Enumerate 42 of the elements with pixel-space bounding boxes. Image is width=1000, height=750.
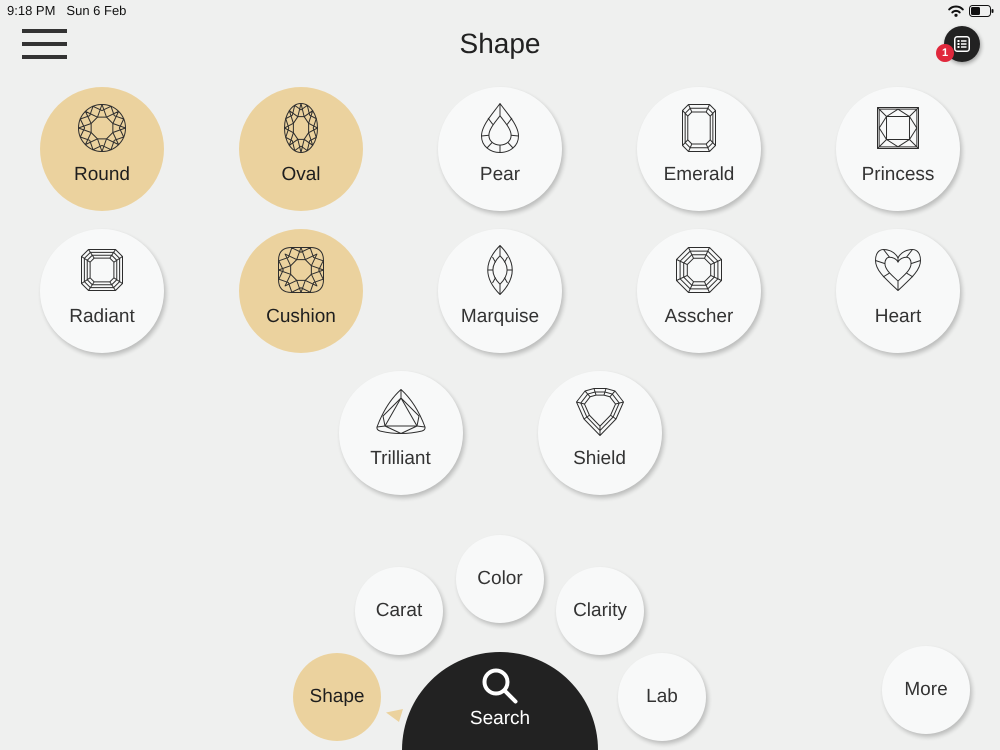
more-button[interactable]: More	[882, 646, 970, 734]
gem-cut-option[interactable]: Pear	[438, 87, 562, 211]
status-date: Sun 6 Feb	[66, 2, 126, 20]
list-icon	[954, 36, 970, 52]
gem-cut-option[interactable]: Marquise	[438, 229, 562, 353]
wifi-icon	[948, 5, 964, 17]
marquise-gem-icon	[487, 245, 513, 295]
oval-gem-icon	[284, 103, 318, 153]
filter-option[interactable]: Color	[456, 535, 544, 623]
cushion-gem-icon	[278, 247, 324, 293]
page-title: Shape	[460, 27, 540, 61]
gem-cut-option[interactable]: Round	[40, 87, 164, 211]
radiant-gem-icon	[81, 249, 123, 291]
notification-count: 1	[936, 44, 954, 62]
filter-option[interactable]: Carat	[355, 567, 443, 655]
gem-cut-option[interactable]: Trilliant	[338, 371, 462, 495]
status-time: 9:18 PM	[7, 2, 56, 20]
filter-option[interactable]: Clarity	[556, 567, 644, 655]
list-button[interactable]	[944, 26, 980, 62]
gem-cut-option[interactable]: Shield	[538, 371, 662, 495]
pear-gem-icon	[481, 103, 519, 153]
gem-cut-option[interactable]: Heart	[836, 229, 960, 353]
trilliant-gem-icon	[376, 389, 426, 435]
filter-option[interactable]: Lab	[618, 653, 706, 741]
battery-icon	[969, 5, 994, 17]
shield-gem-icon	[576, 388, 624, 436]
menu-icon[interactable]	[22, 29, 67, 59]
gem-cut-option[interactable]: Cushion	[239, 229, 363, 353]
round-gem-icon	[78, 104, 126, 152]
emerald-cut-gem-icon	[682, 104, 716, 152]
filter-option[interactable]: Shape	[293, 653, 381, 741]
gem-cut-option[interactable]: Oval	[239, 87, 363, 211]
gem-cut-option[interactable]: Princess	[836, 87, 960, 211]
asscher-gem-icon	[676, 247, 722, 293]
square-gem-icon	[877, 107, 919, 149]
heart-gem-icon	[875, 249, 921, 291]
search-icon	[482, 668, 518, 704]
search-button[interactable]: Search	[402, 652, 598, 750]
gem-cut-option[interactable]: Asscher	[637, 229, 761, 353]
gem-cut-option[interactable]: Emerald	[637, 87, 761, 211]
gem-cut-option[interactable]: Radiant	[40, 229, 164, 353]
pointer-icon	[386, 709, 403, 722]
